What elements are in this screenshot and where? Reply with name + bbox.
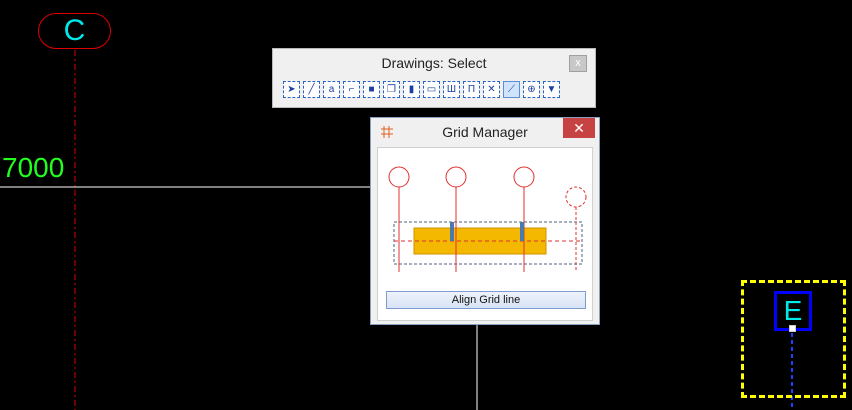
dimension-text[interactable]: 7000 <box>2 151 64 185</box>
column-icon[interactable]: Π <box>463 81 480 98</box>
grid-preview-panel: Align Grid line <box>377 147 593 321</box>
dimension-icon[interactable]: Ш <box>443 81 460 98</box>
dialog-close-button[interactable]: ✕ <box>563 118 595 138</box>
polyline-icon[interactable]: ⌐ <box>343 81 360 98</box>
rectangle-icon[interactable]: ▭ <box>423 81 440 98</box>
marker-icon[interactable]: ▼ <box>543 81 560 98</box>
grid-preview-illustration <box>388 166 587 272</box>
grip-handle[interactable] <box>789 325 796 332</box>
draw-line-icon[interactable]: ╱ <box>303 81 320 98</box>
text-icon[interactable]: a <box>323 81 340 98</box>
target-icon[interactable]: ⊕ <box>523 81 540 98</box>
select-arrow-icon[interactable]: ➤ <box>283 81 300 98</box>
drawings-select-toolbar: Drawings: Select x ➤ ╱ a ⌐ ■ ❐ ▮ ▭ Ш Π ✕ ⟋ ⊕ ▼ <box>272 48 596 108</box>
toolbar-close-button[interactable]: x <box>569 55 587 72</box>
toolbar-tools: ➤ ╱ a ⌐ ■ ❐ ▮ ▭ Ш Π ✕ ⟋ ⊕ ▼ <box>283 81 560 98</box>
pin-icon[interactable]: ▮ <box>403 81 420 98</box>
hatch-icon[interactable]: ✕ <box>483 81 500 98</box>
grid-manager-dialog: Grid Manager ✕ Align Grid line <box>370 117 600 325</box>
grid-select-icon[interactable]: ⟋ <box>503 81 520 98</box>
align-grid-line-button[interactable]: Align Grid line <box>386 291 586 309</box>
toolbar-title: Drawings: Select <box>381 55 487 71</box>
grid-bubble-c[interactable]: C <box>38 13 111 49</box>
copy-icon[interactable]: ❐ <box>383 81 400 98</box>
fill-icon[interactable]: ■ <box>363 81 380 98</box>
